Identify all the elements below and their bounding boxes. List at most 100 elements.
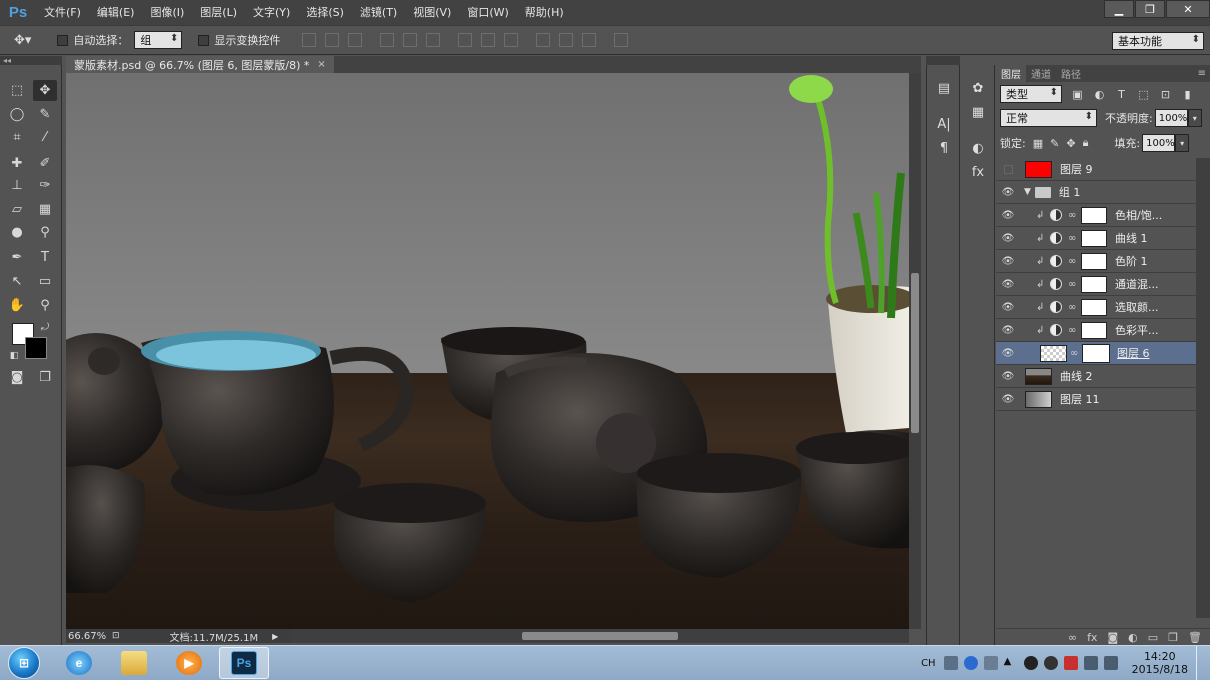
type-tool-icon[interactable]: T (33, 247, 57, 268)
background-color-swatch[interactable] (25, 337, 47, 359)
close-button[interactable]: ✕ (1166, 0, 1210, 18)
auto-align-icon[interactable] (614, 33, 629, 47)
menu-help[interactable]: 帮助(H) (517, 0, 572, 25)
status-export-icon[interactable]: ⊡ (112, 631, 120, 641)
layer-row[interactable]: 👁︎ ↲ ∞ 通道混... (996, 273, 1196, 296)
brush-tool-icon[interactable]: ✐ (33, 153, 57, 174)
eye-icon[interactable]: 👁︎ (996, 325, 1020, 336)
fill-dropdown-arrow-icon[interactable]: ▾ (1175, 134, 1190, 152)
distribute-left-icon[interactable] (536, 33, 551, 47)
document-tab[interactable]: 蒙版素材.psd @ 66.7% (图层 6, 图层蒙版/8) * × (66, 56, 334, 73)
clone-stamp-icon[interactable]: ⊥ (5, 175, 29, 196)
align-top-icon[interactable] (302, 33, 317, 47)
language-indicator[interactable]: CH (921, 658, 936, 669)
align-left-icon[interactable] (380, 33, 395, 47)
layer-row[interactable]: 👁︎ ↲ ∞ 选取颜... (996, 296, 1196, 319)
lock-image-icon[interactable]: ✎ (1050, 137, 1059, 150)
horizontal-scroll-thumb[interactable] (522, 632, 678, 640)
distribute-hcenter-icon[interactable] (559, 33, 574, 47)
eye-icon[interactable]: 👁︎ (996, 233, 1020, 244)
add-mask-icon[interactable]: ◙ (1107, 631, 1118, 644)
clock[interactable]: 14:20 2015/8/18 (1124, 650, 1196, 676)
zoom-tool-icon[interactable]: ⚲ (33, 295, 57, 316)
crop-tool-icon[interactable]: ⌗ (5, 127, 29, 148)
new-layer-icon[interactable]: ❐ (1168, 631, 1178, 644)
eye-icon[interactable]: 👁︎ (996, 302, 1020, 313)
shape-filter-icon[interactable]: ⬚ (1137, 88, 1150, 101)
distribute-top-icon[interactable] (458, 33, 473, 47)
network-icon[interactable] (1083, 656, 1098, 670)
link-icon[interactable]: ∞ (1070, 348, 1080, 359)
show-hidden-icon[interactable]: ▲ (1004, 656, 1018, 670)
align-right-icon[interactable] (426, 33, 441, 47)
align-bottom-icon[interactable] (348, 33, 363, 47)
fill-input[interactable]: 100% (1142, 134, 1176, 152)
eye-icon[interactable]: 👁︎ (996, 256, 1020, 267)
link-icon[interactable]: ∞ (1068, 325, 1078, 336)
layer-list-scrollbar[interactable] (1196, 158, 1210, 618)
align-hcenter-icon[interactable] (403, 33, 418, 47)
mask-thumbnail[interactable] (1081, 321, 1107, 339)
close-icon[interactable]: × (317, 59, 325, 70)
layer-row[interactable]: 👁︎ ▼ 组 1 (996, 181, 1196, 204)
blend-mode-dropdown[interactable]: 正常 (1000, 109, 1097, 127)
auto-select-checkbox[interactable] (57, 34, 69, 46)
paragraph-panel-icon[interactable]: ¶ (934, 139, 954, 157)
status-menu-arrow-icon[interactable]: ▶ (272, 632, 278, 641)
lock-transparent-icon[interactable]: ▦ (1033, 137, 1043, 150)
link-icon[interactable]: ∞ (1068, 256, 1078, 267)
menu-window[interactable]: 窗口(W) (459, 0, 516, 25)
toolbar-collapse[interactable]: ◂◂ (0, 56, 62, 65)
path-select-tool-icon[interactable]: ↖ (5, 271, 29, 292)
mask-thumbnail[interactable] (1081, 298, 1107, 316)
menu-type[interactable]: 文字(Y) (245, 0, 298, 25)
distribute-right-icon[interactable] (582, 33, 597, 47)
menu-view[interactable]: 视图(V) (405, 0, 459, 25)
tab-channels[interactable]: 通道 (1026, 65, 1056, 82)
dodge-tool-icon[interactable]: ⚲ (33, 222, 57, 243)
lasso-tool-icon[interactable]: ◯ (5, 104, 29, 125)
character-panel-icon[interactable]: A| (934, 115, 954, 133)
eraser-tool-icon[interactable]: ▱ (5, 199, 29, 220)
default-colors-icon[interactable]: ◧ (2, 345, 26, 366)
volume-icon[interactable] (1103, 656, 1118, 670)
healing-brush-icon[interactable]: ✚ (5, 153, 29, 174)
canvas-horizontal-scrollbar[interactable] (292, 629, 909, 643)
panel-menu-icon[interactable]: ≡ (1198, 65, 1210, 82)
new-adjustment-icon[interactable]: ◐ (1128, 631, 1138, 644)
distribute-bottom-icon[interactable] (504, 33, 519, 47)
opacity-dropdown-arrow-icon[interactable]: ▾ (1187, 109, 1202, 127)
opacity-input[interactable]: 100% (1154, 109, 1188, 127)
filter-toggle-icon[interactable]: ▮ (1181, 88, 1194, 101)
eye-icon[interactable]: 👁︎ (996, 394, 1020, 405)
menu-select[interactable]: 选择(S) (298, 0, 352, 25)
qq-icon[interactable] (1023, 656, 1038, 670)
zoom-level[interactable]: 66.67% (66, 631, 112, 642)
delete-layer-icon[interactable]: 🗑︎ (1188, 631, 1202, 644)
eye-icon[interactable]: 👁︎ (996, 371, 1020, 382)
layer-row[interactable]: 👁︎ ↲ ∞ 色彩平... (996, 319, 1196, 342)
layer-row[interactable]: 👁︎ ↲ ∞ 曲线 1 (996, 227, 1196, 250)
history-brush-icon[interactable]: ✑ (33, 175, 57, 196)
layer-row[interactable]: 👁︎ 图层 11 (996, 388, 1196, 411)
align-vcenter-icon[interactable] (325, 33, 340, 47)
type-filter-icon[interactable]: T (1115, 88, 1128, 101)
screen-mode-icon[interactable]: ❐ (33, 367, 57, 388)
show-desktop-button[interactable] (1196, 645, 1210, 680)
eye-icon[interactable]: 👁︎ (996, 187, 1020, 198)
auto-select-dropdown[interactable]: 组 (134, 31, 183, 49)
mask-thumbnail[interactable] (1081, 229, 1107, 247)
keyboard-icon[interactable] (943, 656, 958, 670)
layer-row[interactable]: 图层 9 (996, 158, 1196, 181)
gradient-tool-icon[interactable]: ▦ (33, 199, 57, 220)
qq-icon-2[interactable] (1043, 656, 1058, 670)
workspace-dropdown[interactable]: 基本功能 (1112, 32, 1204, 50)
swap-colors-icon[interactable]: ⤾ (33, 317, 57, 338)
eyedropper-tool-icon[interactable]: ⁄ (33, 127, 57, 148)
taskbar-ie[interactable]: e (54, 647, 104, 679)
mask-thumbnail[interactable] (1081, 275, 1107, 293)
tab-paths[interactable]: 路径 (1056, 65, 1086, 82)
move-tool-icon[interactable]: ✥▾ (14, 33, 31, 48)
eye-icon[interactable]: 👁︎ (996, 348, 1020, 359)
layer-row[interactable]: 👁︎ 曲线 2 (996, 365, 1196, 388)
